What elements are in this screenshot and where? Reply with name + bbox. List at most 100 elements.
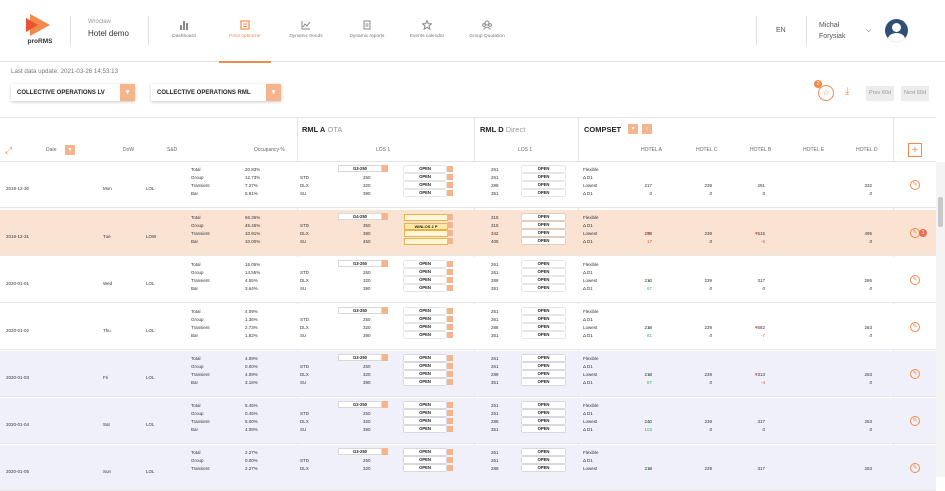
direct-status-select[interactable]: OPEN [522, 363, 565, 369]
edit-icon[interactable]: ✎ [910, 322, 920, 332]
rate-dropdown-toggle[interactable] [382, 401, 388, 408]
rate-select[interactable]: G3-250 [338, 165, 382, 172]
status-select[interactable]: OPEN [404, 277, 446, 283]
status-select[interactable]: OPEN [404, 308, 446, 314]
status-dropdown-toggle[interactable] [447, 332, 453, 338]
edit-icon[interactable]: ✎ [910, 275, 920, 285]
status-select[interactable]: OPEN [404, 174, 446, 180]
status-dropdown-toggle[interactable] [447, 324, 453, 330]
status-dropdown-toggle[interactable] [447, 174, 453, 180]
nav-dashboard[interactable]: Dashboard [152, 20, 216, 39]
rate-dropdown-toggle[interactable] [382, 448, 388, 455]
status-dropdown-toggle[interactable] [447, 190, 453, 196]
direct-status-select[interactable]: OPEN [522, 465, 565, 471]
status-dropdown-toggle[interactable] [447, 166, 453, 172]
nav-price-optimizer[interactable]: Price optimizer [213, 20, 277, 63]
status-dropdown-toggle[interactable] [447, 379, 453, 385]
direct-status-select[interactable]: OPEN [522, 166, 565, 172]
chevron-down-icon[interactable]: ▾ [120, 84, 135, 101]
edit-icon[interactable]: ✎ [910, 369, 920, 379]
status-dropdown-toggle[interactable] [447, 363, 453, 369]
status-select[interactable] [404, 238, 448, 245]
rate-select[interactable]: G2-250 [338, 401, 382, 408]
status-select[interactable]: OPEN [404, 465, 446, 471]
compset-collapse-icon[interactable]: ‹ [642, 124, 652, 134]
direct-status-select[interactable]: OPEN [522, 269, 565, 275]
vertical-scrollbar[interactable] [936, 162, 945, 477]
status-select[interactable]: OPEN [404, 269, 446, 275]
status-dropdown-toggle[interactable] [447, 269, 453, 275]
direct-status-select[interactable]: OPEN [522, 222, 565, 228]
status-select[interactable]: OPEN [404, 324, 446, 330]
status-dropdown-toggle[interactable] [447, 402, 453, 408]
status-select[interactable]: OPEN [404, 166, 446, 172]
status-select[interactable]: OPEN [404, 418, 446, 424]
chevron-down-icon[interactable]: ▾ [266, 84, 281, 101]
direct-status-select[interactable]: OPEN [522, 418, 565, 424]
direct-status-select[interactable]: OPEN [522, 457, 565, 463]
direct-status-select[interactable]: OPEN [522, 379, 565, 385]
chevron-down-icon[interactable]: ⌵ [866, 27, 871, 35]
download-icon[interactable]: ⤓ [845, 86, 849, 97]
direct-status-select[interactable]: OPEN [522, 285, 565, 291]
status-select[interactable]: OPEN [404, 261, 446, 267]
status-select[interactable]: OPEN [404, 402, 446, 408]
direct-status-select[interactable]: OPEN [522, 355, 565, 361]
status-dropdown-toggle[interactable] [447, 457, 453, 463]
operations-lv-dropdown[interactable]: COLLECTIVE OPERATIONS LV ▾ [11, 84, 135, 101]
rate-select[interactable]: G3-250 [338, 448, 382, 455]
status-dropdown-toggle[interactable] [447, 371, 453, 377]
rate-dropdown-toggle[interactable] [382, 260, 388, 267]
status-dropdown-toggle[interactable] [447, 261, 453, 267]
direct-status-select[interactable]: OPEN [522, 316, 565, 322]
direct-status-select[interactable]: OPEN [522, 410, 565, 416]
date-sort-icon[interactable]: ▾ [65, 145, 75, 155]
scrollbar-thumb[interactable] [938, 197, 943, 227]
nav-dynamic-trends[interactable]: Dynamic trends [274, 20, 338, 39]
status-dropdown-toggle[interactable] [447, 355, 453, 361]
status-dropdown-toggle[interactable] [447, 316, 453, 322]
edit-icon[interactable]: ✎ [910, 416, 920, 426]
direct-status-select[interactable]: OPEN [522, 174, 565, 180]
user-name[interactable]: Michał Forysiak [819, 20, 845, 42]
status-select[interactable] [404, 214, 448, 221]
expand-icon[interactable]: ⤢ [5, 145, 12, 156]
status-select[interactable]: OPEN [404, 285, 446, 291]
status-dropdown-toggle[interactable] [447, 285, 453, 291]
direct-status-select[interactable]: OPEN [522, 332, 565, 338]
direct-status-select[interactable]: OPEN [522, 426, 565, 432]
status-dropdown-toggle[interactable] [447, 418, 453, 424]
trophy-icon[interactable]: ☆ [818, 85, 834, 101]
nav-events-calendar[interactable]: Events calendar [395, 20, 459, 39]
direct-status-select[interactable]: OPEN [522, 402, 565, 408]
status-select[interactable]: OPEN [404, 355, 446, 361]
direct-status-select[interactable]: OPEN [522, 277, 565, 283]
status-select[interactable]: OPEN [404, 316, 446, 322]
next-60d-button[interactable]: Next 60d [901, 86, 930, 101]
rate-select[interactable]: G3-250 [338, 354, 382, 361]
edit-icon[interactable]: ✎ [910, 180, 920, 190]
status-dropdown-toggle[interactable] [447, 426, 453, 432]
direct-status-select[interactable]: OPEN [522, 324, 565, 330]
status-dropdown-toggle[interactable] [447, 182, 453, 188]
status-select[interactable]: OPEN [404, 190, 446, 196]
direct-status-select[interactable]: OPEN [522, 238, 565, 244]
status-select[interactable]: OPEN [404, 371, 446, 377]
status-select[interactable]: OPEN [404, 457, 446, 463]
direct-status-select[interactable]: OPEN [522, 308, 565, 314]
status-select[interactable]: OPEN [404, 449, 446, 455]
status-dropdown-toggle[interactable] [447, 277, 453, 283]
rate-select[interactable]: G3-250 [338, 260, 382, 267]
direct-status-select[interactable]: OPEN [522, 261, 565, 267]
direct-status-select[interactable]: OPEN [522, 371, 565, 377]
status-dropdown-toggle[interactable] [447, 449, 453, 455]
add-column-button[interactable]: + [908, 143, 922, 157]
rate-dropdown-toggle[interactable] [382, 165, 388, 172]
status-select[interactable]: OPEN [404, 410, 446, 416]
direct-status-select[interactable]: OPEN [522, 182, 565, 188]
status-select[interactable]: WINLOS 2 P [404, 223, 448, 230]
status-dropdown-toggle[interactable] [447, 410, 453, 416]
rate-dropdown-toggle[interactable] [382, 354, 388, 361]
status-dropdown-toggle[interactable] [447, 214, 453, 220]
status-dropdown-toggle[interactable] [447, 238, 453, 244]
